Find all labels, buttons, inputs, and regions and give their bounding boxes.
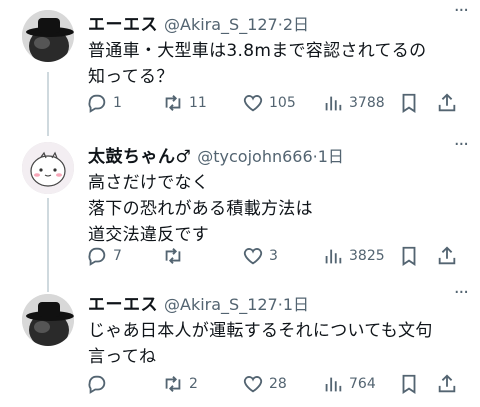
tweet-actions: 2 28 764	[86, 372, 466, 396]
tweet-text-line: 落下の恐れがある積載方法は	[88, 199, 313, 219]
share-button[interactable]	[436, 244, 458, 268]
tweet-text: じゃあ日本人が運転するそれについても文句 言ってね	[88, 318, 470, 370]
more-icon[interactable]: ···	[454, 136, 469, 154]
retweet-button[interactable]: 2	[162, 372, 198, 396]
reply-count: 1	[113, 95, 122, 111]
retweet-button[interactable]: 11	[162, 91, 207, 115]
heart-icon	[243, 95, 263, 112]
like-button[interactable]: 28	[242, 372, 287, 396]
tweet-text-line: 知ってる？	[88, 67, 174, 87]
share-button[interactable]	[436, 91, 458, 115]
like-count: 105	[269, 95, 296, 111]
heart-icon	[243, 248, 263, 265]
reply-icon	[88, 375, 106, 394]
avatar-character-image	[22, 142, 74, 194]
bookmark-icon	[402, 374, 416, 394]
views-icon	[325, 96, 342, 111]
bookmark-button[interactable]	[398, 372, 420, 396]
views-button[interactable]: 764	[322, 372, 376, 396]
tweet-text-line: 言ってね	[88, 347, 157, 367]
tweet-actions: 7 3 3825	[86, 244, 466, 268]
reply-button[interactable]: 1	[86, 91, 122, 115]
views-icon	[325, 377, 342, 392]
retweet-icon	[165, 376, 181, 392]
reply-button[interactable]: 7	[86, 244, 122, 268]
bookmark-icon	[402, 246, 416, 266]
tweet-text-line: じゃあ日本人が運転するそれについても文句	[88, 321, 433, 341]
heart-icon	[243, 376, 263, 393]
tweet-text: 高さだけでなく 落下の恐れがある積載方法は 道交法違反です	[88, 170, 470, 248]
tweet[interactable]: 太鼓ちゃん♂ @tycojohn666 · 1日 高さだけでなく 落下の恐れがあ…	[0, 136, 480, 284]
user-handle[interactable]: @Akira_S_127	[164, 15, 278, 34]
bookmark-icon	[402, 93, 416, 113]
like-count: 28	[269, 376, 287, 392]
retweet-count: 2	[189, 376, 198, 392]
views-button[interactable]: 3825	[322, 244, 385, 268]
tweet-text: 普通車・大型車は3.8mまで容認されてるの 知ってる？	[88, 38, 470, 90]
tweet-actions: 1 11 105 3788	[86, 91, 466, 115]
avatar[interactable]	[22, 294, 74, 346]
tweet-text-line: 高さだけでなく	[88, 173, 210, 193]
retweet-button[interactable]	[162, 244, 189, 268]
more-icon[interactable]: ···	[454, 284, 469, 302]
timestamp[interactable]: 2日	[283, 11, 309, 35]
reply-icon	[88, 247, 106, 266]
views-count: 3825	[349, 248, 385, 264]
bookmark-button[interactable]	[398, 91, 420, 115]
retweet-count: 11	[189, 95, 207, 111]
reply-count: 7	[113, 248, 122, 264]
tweet[interactable]: エーエス @Akira_S_127 · 1日 じゃあ日本人が運転するそれについて…	[0, 284, 480, 407]
avatar[interactable]	[22, 142, 74, 194]
tweet-text-line: 普通車・大型車は3.8mまで容認されてるの	[88, 41, 427, 61]
retweet-icon	[165, 248, 181, 264]
views-count: 3788	[349, 95, 385, 111]
tweet[interactable]: エーエス @Akira_S_127 · 2日 普通車・大型車は3.8mまで容認さ…	[0, 0, 480, 128]
share-button[interactable]	[436, 372, 458, 396]
share-icon	[438, 374, 456, 393]
avatar-hat-man-image	[22, 294, 74, 346]
avatar-hat-man-image	[22, 10, 74, 62]
like-button[interactable]: 3	[242, 244, 278, 268]
views-count: 764	[349, 376, 376, 392]
share-icon	[438, 246, 456, 265]
views-icon	[325, 249, 342, 264]
display-name[interactable]: エーエス	[88, 10, 158, 35]
share-icon	[438, 93, 456, 112]
timestamp[interactable]: 1日	[283, 291, 309, 315]
display-name[interactable]: エーエス	[88, 290, 158, 315]
timestamp[interactable]: 1日	[318, 143, 344, 167]
like-button[interactable]: 105	[242, 91, 296, 115]
display-name[interactable]: 太鼓ちゃん♂	[88, 142, 191, 167]
avatar[interactable]	[22, 10, 74, 62]
more-icon[interactable]: ···	[454, 2, 469, 20]
reply-button[interactable]	[86, 372, 113, 396]
views-button[interactable]: 3788	[322, 91, 385, 115]
bookmark-button[interactable]	[398, 244, 420, 268]
user-handle[interactable]: @tycojohn666	[197, 147, 312, 166]
user-handle[interactable]: @Akira_S_127	[164, 295, 278, 314]
reply-icon	[88, 94, 106, 113]
retweet-icon	[165, 95, 181, 111]
like-count: 3	[269, 248, 278, 264]
